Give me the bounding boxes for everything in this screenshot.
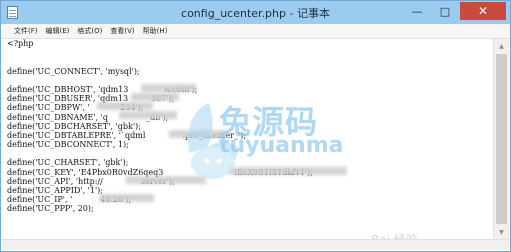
- scroll-thumb[interactable]: [496, 54, 507, 224]
- scroll-down-icon[interactable]: ▼: [494, 225, 509, 239]
- menu-format[interactable]: 格式(O): [73, 26, 106, 36]
- vertical-scrollbar[interactable]: ▲ ▼: [493, 39, 509, 239]
- redaction-blur: [99, 194, 154, 202]
- scroll-up-icon[interactable]: ▲: [494, 39, 509, 53]
- menu-view[interactable]: 查看(V): [106, 26, 138, 36]
- menu-bar: 文件(F) 编辑(E) 格式(O) 查看(V) 帮助(H): [1, 24, 510, 39]
- code-line: define('UC_PPP', 20);: [7, 204, 94, 214]
- code-line: <?php: [7, 39, 34, 48]
- menu-file[interactable]: 文件(F): [1, 26, 42, 36]
- minimize-button[interactable]: —: [404, 2, 430, 20]
- redaction-blur: [131, 93, 179, 101]
- redaction-blur: [119, 111, 177, 119]
- redaction-blur: [97, 102, 153, 110]
- menu-edit[interactable]: 编辑(E): [42, 26, 74, 36]
- maximize-button[interactable]: □: [432, 2, 458, 20]
- redaction-blur: [141, 84, 196, 92]
- title-bar[interactable]: config_ucenter.php - 记事本 — □ ✕: [1, 1, 510, 24]
- notepad-window: config_ucenter.php - 记事本 — □ ✕ 文件(F) 编辑(…: [0, 0, 511, 252]
- code-line: define('UC_IP', ' 46.26');: [7, 195, 132, 205]
- menu-help[interactable]: 帮助(H): [139, 26, 172, 36]
- close-button[interactable]: ✕: [460, 2, 506, 20]
- code-line: define('UC_CONNECT', 'mysql');: [7, 66, 140, 76]
- horizontal-scrollbar[interactable]: [2, 239, 509, 250]
- watermark-text-en: tuyuanma: [219, 133, 344, 158]
